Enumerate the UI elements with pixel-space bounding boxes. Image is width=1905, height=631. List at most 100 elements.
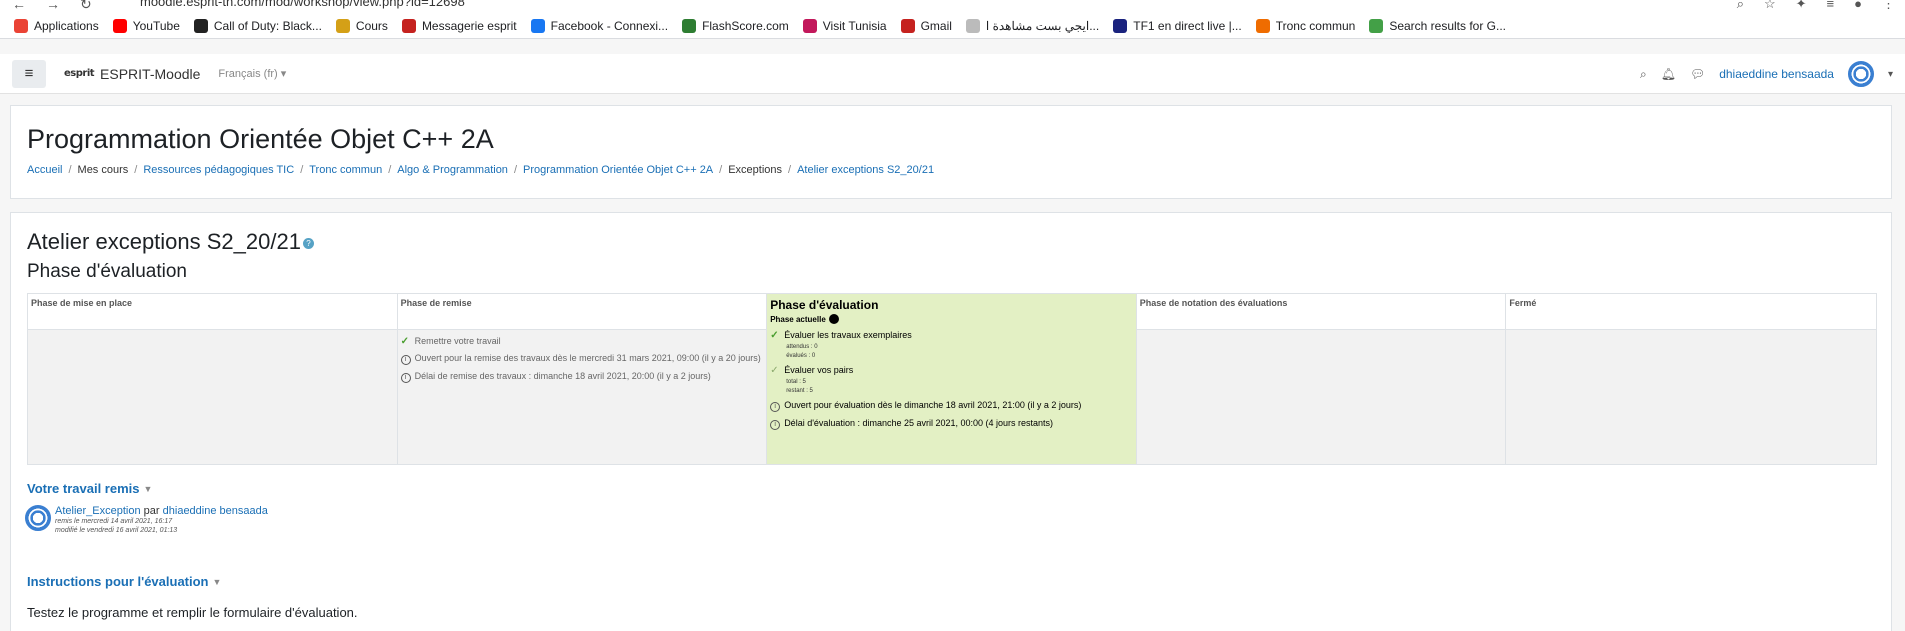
bookmark-item[interactable]: Gmail [900, 19, 952, 33]
browser-toolbar: ← → ↻ moodle.esprit-tn.com/mod/workshop/… [0, 0, 1905, 14]
moodle-navbar: ≡ esprit ESPRIT-Moodle Français (fr) ▾ ⌕… [0, 54, 1905, 94]
bookmark-label: Call of Duty: Black... [213, 19, 322, 33]
current-phase-icon [828, 314, 839, 324]
bookmark-item[interactable]: Call of Duty: Black... [193, 19, 322, 33]
site-logo[interactable]: esprit ESPRIT-Moodle [64, 66, 200, 82]
task-detail: restant : 5 [786, 388, 813, 394]
breadcrumb-separator: / [134, 164, 138, 176]
bell-icon[interactable]: 🔔︎ [1661, 67, 1676, 81]
star-icon[interactable]: ☆ [1764, 0, 1776, 12]
bookmark-favicon-icon [965, 19, 980, 33]
task-item: ✓ Remettre votre travail [401, 336, 764, 347]
bookmark-label: Applications [34, 19, 99, 33]
bookmark-label: ايجي بست مشاهدة ا... [985, 19, 1100, 33]
current-phase-text: Phase actuelle [770, 314, 826, 324]
bookmark-favicon-icon [1369, 19, 1384, 33]
chat-icon[interactable]: 💬︎ [1690, 67, 1705, 81]
breadcrumb-separator: / [388, 164, 392, 176]
phase-assessment-title: Phase d'évaluation [770, 298, 879, 312]
bookmark-item[interactable]: Search results for G... [1369, 19, 1506, 33]
submission-title-link[interactable]: Atelier_Exception [55, 505, 141, 517]
task-label: Délai d'évaluation : dimanche 25 avril 2… [784, 418, 1054, 428]
breadcrumb-item[interactable]: Atelier exceptions S2_20/21 [797, 164, 934, 176]
drawer-toggle-button[interactable]: ≡ [12, 59, 46, 88]
user-plan: Phase de mise en place Phase de remise ✓… [27, 293, 1877, 465]
task-item: ✓ Évaluer vos pairs [770, 365, 1133, 376]
bookmark-item[interactable]: FlashScore.com [682, 19, 789, 33]
workshop-title: Atelier exceptions S2_20/21? [27, 229, 314, 255]
breadcrumb-item[interactable]: Tronc commun [309, 164, 382, 176]
bookmark-item[interactable]: Messagerie esprit [401, 19, 517, 33]
bookmark-item[interactable]: YouTube [112, 19, 180, 33]
bookmark-favicon-icon [1255, 19, 1270, 33]
bookmark-label: Visit Tunisia [822, 19, 887, 33]
reload-icon[interactable]: ↻ [80, 0, 92, 13]
current-phase-heading: Phase d'évaluation [27, 261, 187, 282]
extensions-icon[interactable]: ✦ [1796, 0, 1807, 12]
phase-grading-title: Phase de notation des évaluations [1136, 294, 1506, 330]
language-menu[interactable]: Français (fr) ▾ [218, 67, 286, 80]
forward-icon[interactable]: → [46, 0, 60, 12]
workshop-title-text: Atelier exceptions S2_20/21 [27, 229, 301, 254]
menu-icon[interactable]: ⋮ [1882, 0, 1895, 12]
breadcrumb-separator: / [788, 164, 792, 176]
submission-summary: Atelier_Exception par dhiaeddine bensaad… [25, 505, 268, 535]
reading-list-icon[interactable]: ≡ [1827, 0, 1835, 12]
search-icon[interactable]: ⌕ [1640, 67, 1647, 82]
check-icon: ✓ [770, 330, 779, 341]
address-bar[interactable]: moodle.esprit-tn.com/mod/workshop/view.p… [140, 0, 465, 9]
caret-down-icon: ▼ [143, 483, 153, 494]
your-submission-toggle[interactable]: Votre travail remis ▼ [27, 481, 152, 496]
instructions-toggle[interactable]: Instructions pour l'évaluation ▼ [27, 574, 221, 589]
avatar[interactable] [1847, 61, 1874, 87]
task-detail: évalués : 0 [786, 353, 816, 359]
bookmark-favicon-icon [530, 19, 545, 33]
site-name: ESPRIT-Moodle [100, 65, 201, 82]
esprit-logo: esprit [64, 68, 95, 79]
task-detail: total : 5 [786, 379, 806, 385]
help-icon[interactable]: ? [302, 237, 314, 249]
bookmark-item[interactable]: Facebook - Connexi... [530, 19, 669, 33]
bookmark-item[interactable]: Visit Tunisia [802, 19, 887, 33]
task-item: ✓ Évaluer les travaux exemplaires [770, 330, 1133, 341]
phase-assessment: Phase d'évaluation Phase actuelle ✓ Évalu… [767, 294, 1137, 464]
back-icon[interactable]: ← [12, 0, 26, 12]
avatar[interactable] [25, 505, 51, 531]
check-icon: ✓ [400, 336, 409, 347]
bookmark-label: YouTube [132, 19, 180, 33]
current-phase-label: Phase actuelle [770, 314, 1133, 324]
submission-title-line: Atelier_Exception par dhiaeddine bensaad… [55, 505, 268, 517]
bookmark-label: FlashScore.com [702, 19, 789, 33]
bookmark-item[interactable]: Applications [14, 19, 99, 33]
bookmark-item[interactable]: Cours [335, 19, 388, 33]
breadcrumb-item[interactable]: Accueil [27, 164, 62, 176]
user-menu-name[interactable]: dhiaeddine bensaada [1719, 67, 1834, 81]
hamburger-icon: ≡ [24, 65, 34, 82]
bookmark-favicon-icon [682, 19, 697, 33]
bookmark-item[interactable]: ايجي بست مشاهدة ا... [965, 19, 1100, 33]
main-content: Atelier exceptions S2_20/21? Phase d'éva… [10, 212, 1892, 631]
instructions-text: Testez le programme et remplir le formul… [27, 605, 358, 620]
instructions-heading: Instructions pour l'évaluation [27, 574, 209, 589]
bookmark-item[interactable]: Tronc commun [1255, 19, 1355, 33]
chevron-down-icon[interactable]: ▾ [1888, 69, 1893, 80]
bookmark-label: Gmail [920, 19, 952, 33]
task-label: Ouvert pour évaluation dès le dimanche 1… [784, 400, 1082, 410]
zoom-icon[interactable]: ⌕ [1737, 0, 1744, 12]
chevron-down-icon: ▾ [280, 68, 287, 80]
breadcrumb-separator: / [513, 164, 517, 176]
info-icon: i [770, 402, 781, 412]
breadcrumb-item[interactable]: Programmation Orientée Objet C++ 2A [523, 164, 713, 176]
task-label: Ouvert pour la remise des travaux dès le… [414, 353, 761, 363]
bookmark-favicon-icon [14, 19, 28, 33]
task-item: i Ouvert pour évaluation dès le dimanche … [770, 400, 1133, 412]
page-header: Programmation Orientée Objet C++ 2A Accu… [10, 105, 1892, 199]
caret-down-icon: ▼ [212, 576, 222, 587]
profile-icon[interactable]: ● [1854, 0, 1862, 12]
bookmark-item[interactable]: TF1 en direct live |... [1113, 19, 1242, 33]
author-link[interactable]: dhiaeddine bensaada [163, 505, 268, 517]
breadcrumb-item[interactable]: Ressources pédagogiques TIC [143, 164, 294, 176]
breadcrumb-item: Exceptions [728, 164, 783, 176]
bookmark-label: Facebook - Connexi... [550, 19, 669, 33]
breadcrumb-item[interactable]: Algo & Programmation [397, 164, 508, 176]
